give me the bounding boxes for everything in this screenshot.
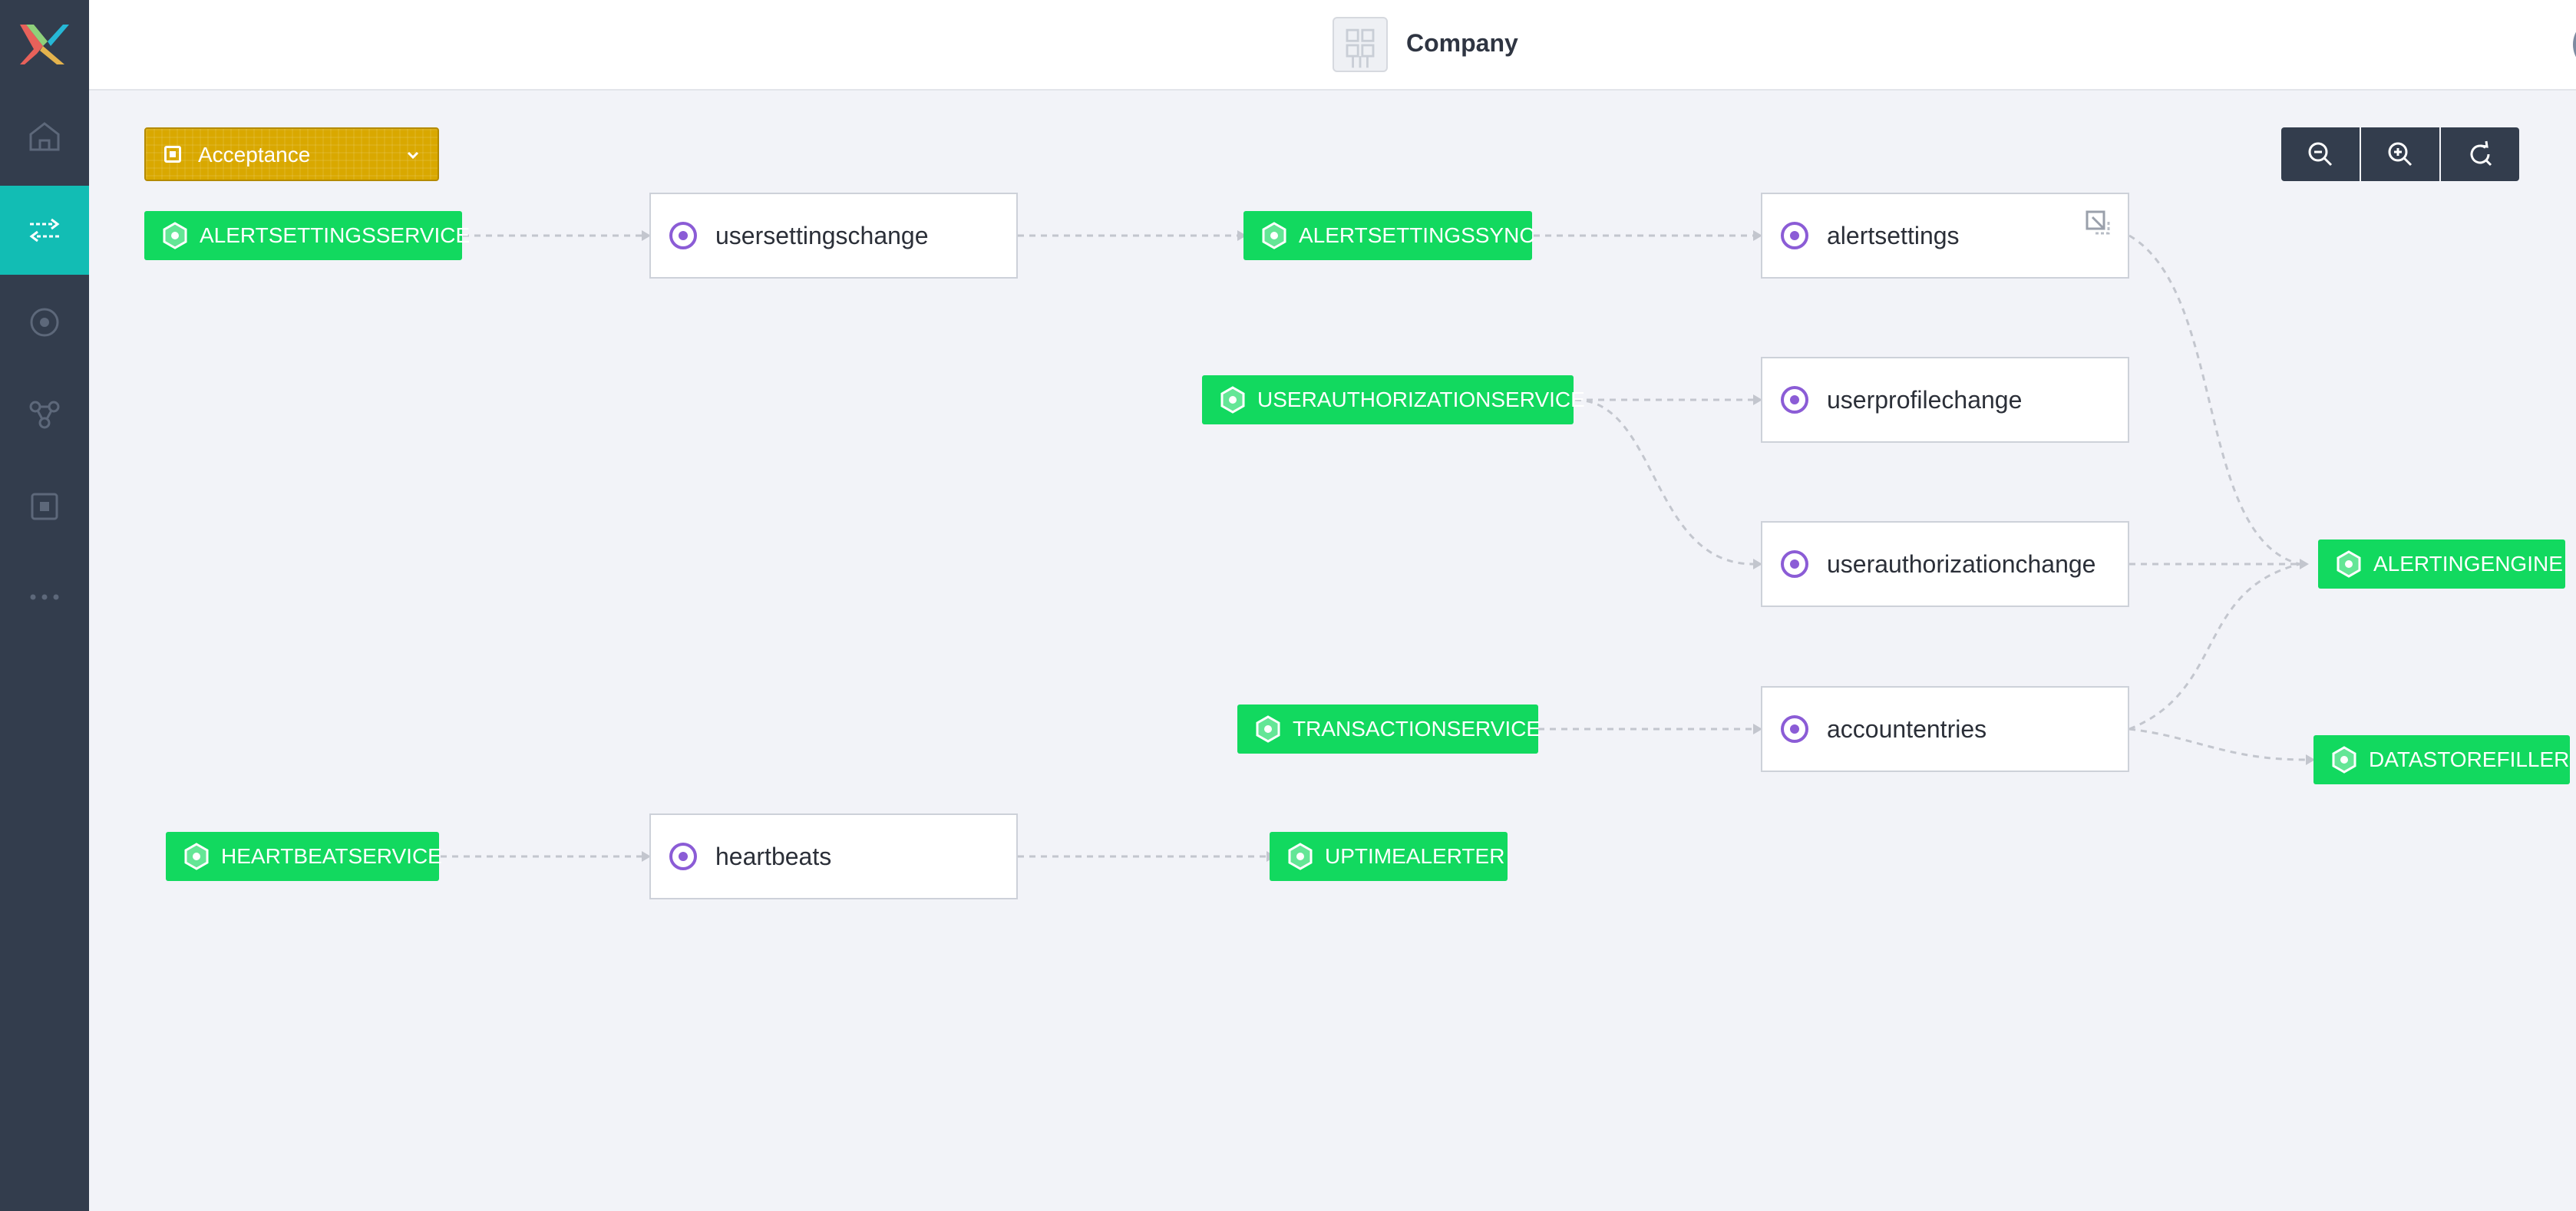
service-label: ALERTSETTINGSSERVICE (200, 223, 471, 247)
service-label: ALERTINGENGINE (2373, 552, 2563, 576)
topic-accountentries[interactable]: accountentries (1761, 686, 2129, 772)
service-hexagon-icon (1288, 843, 1313, 870)
service-hexagon-icon (184, 843, 209, 870)
service-alertsettingssync[interactable]: ALERTSETTINGSSYNC (1243, 211, 1535, 260)
service-hexagon-icon (163, 222, 187, 249)
service-label: ALERTSETTINGSSYNC (1299, 223, 1535, 247)
service-userauthorizationservice[interactable]: USERAUTHORIZATIONSERVICE (1202, 375, 1585, 424)
topic-icon (669, 843, 697, 870)
topic-icon (669, 222, 697, 249)
edge (2129, 728, 2307, 761)
topic-userauthorizationchange[interactable]: userauthorizationchange (1761, 521, 2129, 607)
topic-icon (1781, 386, 1808, 414)
service-alertingengine[interactable]: ALERTINGENGINE (2318, 540, 2565, 589)
service-alertsettingsservice[interactable]: ALERTSETTINGSSERVICE (144, 211, 470, 260)
topic-label: usersettingschange (715, 222, 929, 249)
edge (2129, 234, 2300, 566)
topic-userprofilechange[interactable]: userprofilechange (1761, 357, 2129, 443)
service-hexagon-icon (2337, 550, 2361, 578)
service-label: TRANSACTIONSERVICE (1293, 717, 1541, 741)
topic-icon (1781, 550, 1808, 578)
service-hexagon-icon (2332, 746, 2356, 774)
topic-label: heartbeats (715, 843, 832, 870)
service-datastorefiller[interactable]: DATASTOREFILLER (2313, 735, 2570, 784)
topic-label: userprofilechange (1827, 386, 2023, 414)
service-uptimealerter[interactable]: UPTIMEALERTER (1270, 832, 1508, 881)
expand-icon[interactable] (2085, 210, 2111, 236)
edge (1574, 398, 1754, 566)
service-heartbeatservice[interactable]: HEARTBEATSERVICE (166, 832, 442, 881)
service-hexagon-icon (1220, 386, 1245, 414)
service-label: USERAUTHORIZATIONSERVICE (1257, 388, 1585, 411)
topic-usersettingschange[interactable]: usersettingschange (649, 193, 1018, 279)
topic-label: alertsettings (1827, 222, 1960, 249)
service-label: DATASTOREFILLER (2369, 747, 2570, 771)
graph-edges (441, 230, 2315, 862)
service-hexagon-icon (1256, 715, 1280, 743)
topic-icon (1781, 715, 1808, 743)
topic-heartbeats[interactable]: heartbeats (649, 813, 1018, 899)
service-label: UPTIMEALERTER (1325, 844, 1505, 868)
service-transactionservice[interactable]: TRANSACTIONSERVICE (1237, 704, 1541, 754)
service-hexagon-icon (1262, 222, 1286, 249)
topic-label: accountentries (1827, 715, 1987, 743)
topic-alertsettings[interactable]: alertsettings (1761, 193, 2129, 279)
service-label: HEARTBEATSERVICE (221, 844, 442, 868)
topic-icon (1781, 222, 1808, 249)
topic-label: userauthorizationchange (1827, 550, 2096, 578)
edge (2129, 563, 2300, 731)
